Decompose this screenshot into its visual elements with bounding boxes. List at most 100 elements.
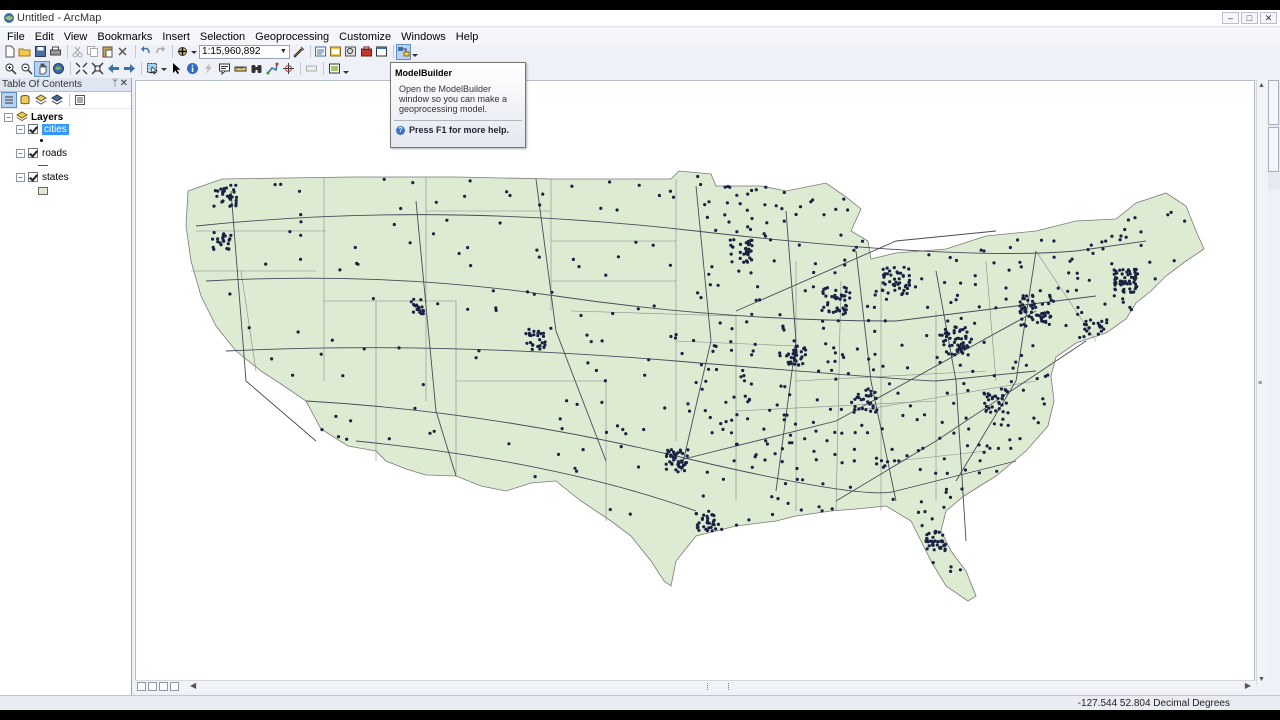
city-point[interactable] — [958, 328, 963, 332]
menu-windows[interactable]: Windows — [396, 31, 451, 43]
city-point[interactable] — [860, 239, 865, 243]
city-point[interactable] — [734, 523, 739, 527]
city-point[interactable] — [585, 333, 589, 337]
city-point[interactable] — [866, 304, 870, 308]
city-point[interactable] — [963, 346, 967, 351]
city-point[interactable] — [1121, 297, 1125, 301]
city-point[interactable] — [920, 524, 924, 528]
city-point[interactable] — [952, 340, 957, 344]
city-point[interactable] — [936, 540, 940, 544]
city-point[interactable] — [705, 470, 709, 474]
line-symbol-icon[interactable] — [38, 165, 48, 166]
city-point[interactable] — [774, 204, 778, 208]
city-point[interactable] — [948, 255, 952, 260]
city-point[interactable] — [636, 465, 641, 469]
city-point[interactable] — [498, 221, 502, 225]
city-point[interactable] — [893, 288, 897, 292]
city-point[interactable] — [1021, 296, 1025, 301]
city-point[interactable] — [948, 495, 953, 499]
city-point[interactable] — [803, 353, 808, 357]
city-point[interactable] — [811, 285, 816, 289]
city-point[interactable] — [895, 270, 899, 274]
city-point[interactable] — [1031, 318, 1035, 322]
city-point[interactable] — [867, 319, 871, 323]
city-point[interactable] — [600, 400, 604, 404]
city-point[interactable] — [211, 237, 215, 241]
city-point[interactable] — [616, 255, 620, 259]
city-point[interactable] — [345, 437, 349, 441]
city-point[interactable] — [881, 267, 885, 271]
city-point[interactable] — [920, 277, 924, 281]
city-point[interactable] — [589, 340, 593, 344]
city-point[interactable] — [696, 525, 700, 529]
city-point[interactable] — [840, 353, 845, 357]
city-point[interactable] — [959, 316, 963, 320]
city-point[interactable] — [636, 307, 640, 311]
city-point[interactable] — [732, 238, 736, 242]
city-point[interactable] — [793, 353, 797, 357]
city-point[interactable] — [647, 358, 651, 362]
menu-file[interactable]: File — [2, 31, 30, 43]
city-point[interactable] — [706, 367, 711, 371]
city-point[interactable] — [1113, 288, 1117, 292]
city-point[interactable] — [938, 360, 942, 365]
city-point[interactable] — [866, 394, 870, 398]
city-point[interactable] — [678, 448, 683, 452]
city-point[interactable] — [892, 277, 897, 281]
city-point[interactable] — [1084, 323, 1088, 327]
menu-view[interactable]: View — [59, 31, 93, 43]
paste-button[interactable] — [101, 45, 114, 59]
city-point[interactable] — [221, 192, 225, 196]
city-point[interactable] — [1024, 310, 1028, 314]
city-point[interactable] — [763, 203, 767, 207]
city-point[interactable] — [937, 530, 941, 534]
city-point[interactable] — [1001, 394, 1005, 398]
city-point[interactable] — [227, 247, 231, 251]
city-point[interactable] — [1118, 279, 1122, 283]
delete-button[interactable] — [116, 45, 129, 59]
layer-visibility-checkbox[interactable] — [28, 172, 38, 182]
city-point[interactable] — [615, 208, 619, 212]
city-point[interactable] — [1006, 423, 1010, 427]
city-point[interactable] — [846, 208, 850, 212]
city-point[interactable] — [987, 398, 991, 402]
city-point[interactable] — [1078, 335, 1082, 340]
city-point[interactable] — [839, 233, 843, 237]
city-point[interactable] — [813, 262, 818, 266]
city-point[interactable] — [881, 364, 885, 368]
city-point[interactable] — [699, 363, 704, 367]
city-point[interactable] — [834, 377, 838, 381]
city-point[interactable] — [279, 182, 283, 186]
city-point[interactable] — [778, 351, 782, 355]
city-point[interactable] — [952, 401, 956, 405]
city-point[interactable] — [222, 189, 226, 193]
city-point[interactable] — [1048, 295, 1052, 299]
city-point[interactable] — [789, 356, 793, 360]
city-point[interactable] — [830, 295, 834, 299]
city-point[interactable] — [1126, 273, 1130, 277]
city-point[interactable] — [853, 397, 857, 401]
city-point[interactable] — [1121, 282, 1126, 286]
city-point[interactable] — [797, 363, 801, 367]
city-point[interactable] — [900, 343, 904, 347]
city-point[interactable] — [753, 455, 757, 459]
close-icon[interactable]: ✕ — [120, 78, 128, 89]
city-point[interactable] — [944, 490, 948, 494]
city-point[interactable] — [643, 373, 647, 377]
city-point[interactable] — [892, 266, 896, 270]
city-point[interactable] — [664, 454, 669, 458]
city-point[interactable] — [996, 446, 1001, 450]
city-point[interactable] — [883, 464, 887, 468]
map-scale-input[interactable]: 1:15,960,892 ▼ — [199, 44, 290, 59]
city-point[interactable] — [270, 357, 274, 361]
city-point[interactable] — [677, 464, 681, 468]
city-point[interactable] — [856, 392, 860, 396]
city-point[interactable] — [793, 358, 797, 362]
city-point[interactable] — [703, 409, 707, 413]
city-point[interactable] — [738, 256, 742, 260]
collapse-icon[interactable]: − — [16, 124, 25, 134]
city-point[interactable] — [929, 539, 933, 543]
city-point[interactable] — [985, 444, 989, 448]
city-point[interactable] — [822, 305, 826, 309]
save-button[interactable] — [33, 45, 46, 59]
